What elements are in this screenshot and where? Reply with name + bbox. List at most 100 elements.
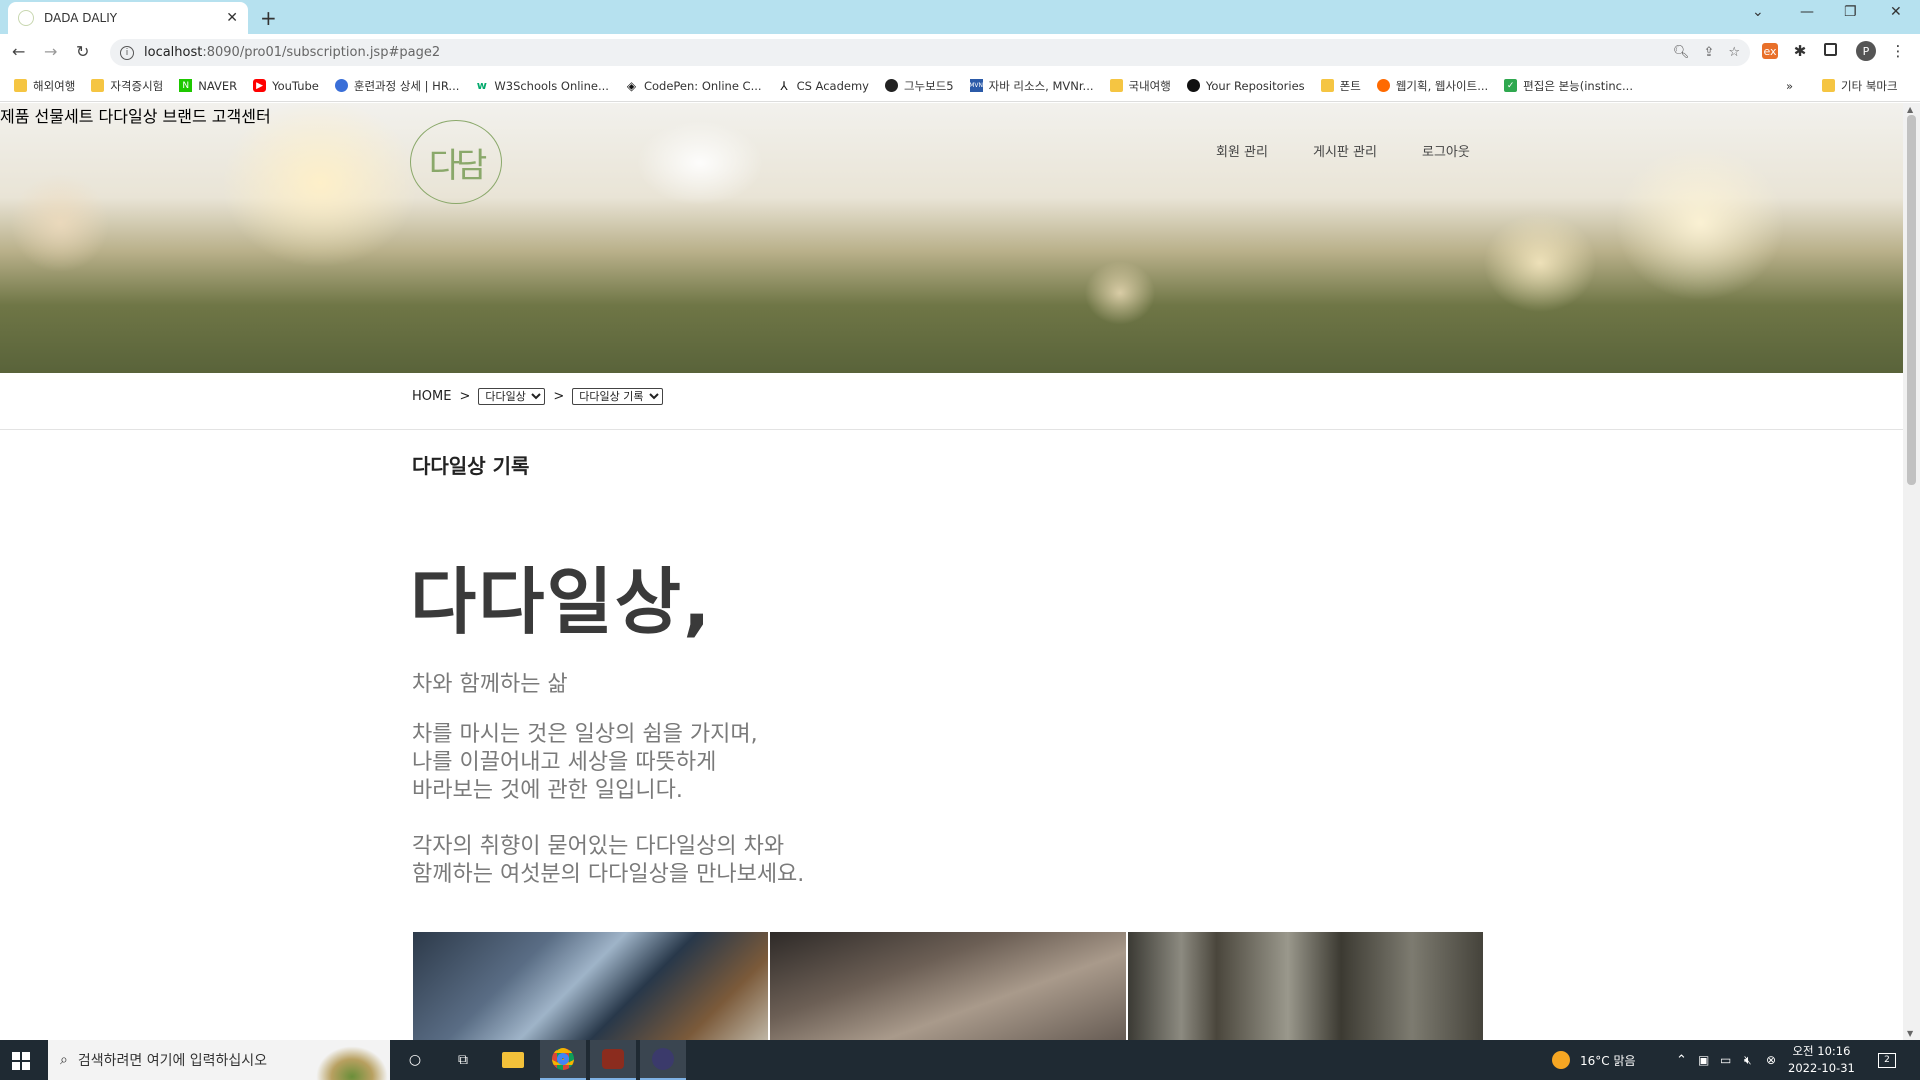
minimize-icon[interactable]: — xyxy=(1800,4,1814,20)
bookmark-item[interactable]: 웹기획, 웹사이트... xyxy=(1376,78,1488,94)
volume-muted-icon[interactable]: 🔇︎ xyxy=(1744,1040,1752,1080)
address-bar[interactable]: i localhost:8090/pro01/subscription.jsp#… xyxy=(110,39,1750,66)
extensions-puzzle-icon[interactable]: ✱ xyxy=(1792,42,1808,60)
windows-taskbar: ⌕ 검색하려면 여기에 입력하십시오 ○ ⧉ 16°C 맑음 ⌃ ▣ ▭ 🔇︎ … xyxy=(0,1040,1920,1080)
tab-search-chevron-icon[interactable]: ⌄ xyxy=(1752,4,1764,20)
folder-icon xyxy=(1109,79,1123,92)
task-view-icon[interactable]: ⧉ xyxy=(452,1050,474,1070)
paragraph-line: 바라보는 것에 관한 일입니다. xyxy=(412,778,683,803)
search-highlight-illustration xyxy=(316,1046,388,1080)
folder-icon xyxy=(91,79,105,92)
gnuboard-icon xyxy=(884,79,898,92)
weather-widget[interactable]: 16°C 맑음 xyxy=(1552,1040,1636,1080)
url-text[interactable]: localhost:8090/pro01/subscription.jsp#pa… xyxy=(144,45,1659,60)
nav-item-gift-sets[interactable]: 선물세트 xyxy=(35,107,94,126)
bookmark-item[interactable]: ▶ YouTube xyxy=(253,79,319,93)
folder-icon xyxy=(14,79,27,92)
scroll-down-icon[interactable]: ▼ xyxy=(1907,1029,1913,1038)
mvn-icon: MVN xyxy=(969,79,983,92)
share-icon[interactable]: ⇪ xyxy=(1703,45,1714,60)
bookmark-item[interactable]: Your Repositories xyxy=(1186,79,1305,93)
back-icon[interactable]: ← xyxy=(12,42,25,61)
bookmark-item[interactable]: ◈ CodePen: Online C... xyxy=(625,79,762,93)
gallery-photo[interactable] xyxy=(770,932,1126,1040)
photo-gallery xyxy=(413,932,1483,1040)
paragraph-line: 나를 이끌어내고 세상을 따뜻하게 xyxy=(412,750,717,775)
browser-toolbar: ← → ↻ i localhost:8090/pro01/subscriptio… xyxy=(0,34,1920,70)
ime-icon[interactable]: ⊗ xyxy=(1766,1040,1776,1080)
admin-board-manage-link[interactable]: 게시판 관리 xyxy=(1313,141,1377,160)
other-bookmarks[interactable]: 기타 북마크 xyxy=(1822,78,1898,94)
section-title: 다다일상 기록 xyxy=(412,454,530,478)
lead-text: 차와 함께하는 삶 xyxy=(412,672,568,697)
breadcrumb-category-select[interactable]: 다다일상 xyxy=(478,388,546,405)
nav-item-brand[interactable]: 브랜드 xyxy=(163,107,207,126)
bookmark-item[interactable]: 자격증시험 xyxy=(91,78,163,94)
bookmarks-bar: 해외여행 자격증시험 N NAVER ▶ YouTube 훈련과정 상세 | HR.… xyxy=(0,70,1920,102)
bookmark-star-icon[interactable]: ☆ xyxy=(1728,45,1740,60)
nav-item-dada-daily[interactable]: 다다일상 xyxy=(99,107,158,126)
browser-menu-icon[interactable]: ⋮ xyxy=(1890,42,1906,60)
network-icon[interactable]: ▭ xyxy=(1720,1040,1731,1080)
tray-chevron-icon[interactable]: ⌃ xyxy=(1676,1040,1687,1080)
site-info-icon[interactable]: i xyxy=(120,45,134,60)
scrollbar-thumb[interactable] xyxy=(1907,115,1916,485)
breadcrumb-separator: > xyxy=(459,389,471,404)
sun-icon xyxy=(1552,1051,1570,1069)
new-tab-icon[interactable]: + xyxy=(260,6,277,30)
github-icon xyxy=(1186,79,1200,92)
logout-link[interactable]: 로그아웃 xyxy=(1422,141,1470,160)
chrome-icon[interactable] xyxy=(540,1040,586,1080)
nav-item-products[interactable]: 제품 xyxy=(0,107,29,126)
profile-avatar[interactable]: P xyxy=(1856,41,1876,61)
reload-icon[interactable]: ↻ xyxy=(76,42,89,61)
system-clock[interactable]: 오전 10:16 2022-10-31 xyxy=(1788,1043,1855,1077)
browser-tab-active[interactable]: DADA DALIY ✕ xyxy=(8,2,248,34)
side-panel-icon[interactable] xyxy=(1824,43,1837,56)
admin-member-manage-link[interactable]: 회원 관리 xyxy=(1216,141,1268,160)
scroll-up-icon[interactable]: ▲ xyxy=(1907,105,1913,114)
page-scrollbar[interactable]: ▲ ▼ xyxy=(1903,103,1920,1040)
restore-icon[interactable]: ❐ xyxy=(1844,4,1857,20)
hrd-icon xyxy=(334,79,348,92)
bookmark-item[interactable]: ⅄ CS Academy xyxy=(778,79,869,93)
youtube-icon: ▶ xyxy=(253,79,267,92)
bookmark-item[interactable]: 국내여행 xyxy=(1109,78,1171,94)
site-logo[interactable]: 다담 xyxy=(410,120,502,204)
windows-start-icon[interactable] xyxy=(12,1052,30,1070)
notification-center-icon[interactable]: 2 xyxy=(1878,1040,1896,1080)
bookmark-item[interactable]: ✓ 편집은 본능(instinc... xyxy=(1504,78,1633,94)
gallery-photo[interactable] xyxy=(413,932,769,1040)
zoom-icon[interactable]: 🔍︎ xyxy=(1673,45,1690,60)
bookmark-item[interactable]: 훈련과정 상세 | HR... xyxy=(334,78,459,94)
breadcrumb-page-select[interactable]: 다다일상 기록 xyxy=(572,388,664,405)
eclipse-icon[interactable] xyxy=(640,1040,686,1080)
paragraph-line: 각자의 취향이 묻어있는 다다일상의 차와 xyxy=(412,834,785,859)
gallery-photo[interactable] xyxy=(1127,932,1483,1040)
bookmark-item[interactable]: 해외여행 xyxy=(14,78,75,94)
breadcrumb: HOME > 다다일상 > 다다일상 기록 xyxy=(412,388,664,405)
file-explorer-icon[interactable] xyxy=(490,1040,536,1080)
bookmark-item[interactable]: N NAVER xyxy=(179,79,237,93)
tab-close-icon[interactable]: ✕ xyxy=(226,10,238,26)
window-close-icon[interactable]: ✕ xyxy=(1890,4,1902,20)
site-favicon-icon xyxy=(18,10,34,26)
bookmark-item[interactable]: w W3Schools Online... xyxy=(475,79,609,93)
nav-item-customer-center[interactable]: 고객센터 xyxy=(212,107,271,126)
forward-icon[interactable]: → xyxy=(44,42,57,61)
bookmarks-overflow-icon[interactable]: » xyxy=(1786,79,1793,93)
w3schools-icon: w xyxy=(476,79,487,92)
bookmark-item[interactable]: 폰트 xyxy=(1320,78,1361,94)
codepen-icon: ◈ xyxy=(626,78,637,93)
breadcrumb-bar: HOME > 다다일상 > 다다일상 기록 xyxy=(0,373,1903,430)
paragraph-line: 차를 마시는 것은 일상의 쉼을 가지며, xyxy=(412,722,758,747)
meet-now-icon[interactable]: ▣ xyxy=(1698,1040,1709,1080)
bookmark-item[interactable]: 그누보드5 xyxy=(884,78,954,94)
extension-icon[interactable]: ex xyxy=(1762,43,1778,59)
bookmark-item[interactable]: MVN 자바 리소스, MVNr... xyxy=(969,78,1093,94)
cortana-icon[interactable]: ○ xyxy=(404,1050,426,1070)
tomcat-app-icon[interactable] xyxy=(590,1040,636,1080)
intro-paragraph-1: 차를 마시는 것은 일상의 쉼을 가지며, 나를 이끌어내고 세상을 따뜻하게 … xyxy=(412,721,758,805)
browser-tab-bar: DADA DALIY ✕ + ⌄ — ❐ ✕ xyxy=(0,0,1920,34)
breadcrumb-home[interactable]: HOME xyxy=(412,389,451,404)
